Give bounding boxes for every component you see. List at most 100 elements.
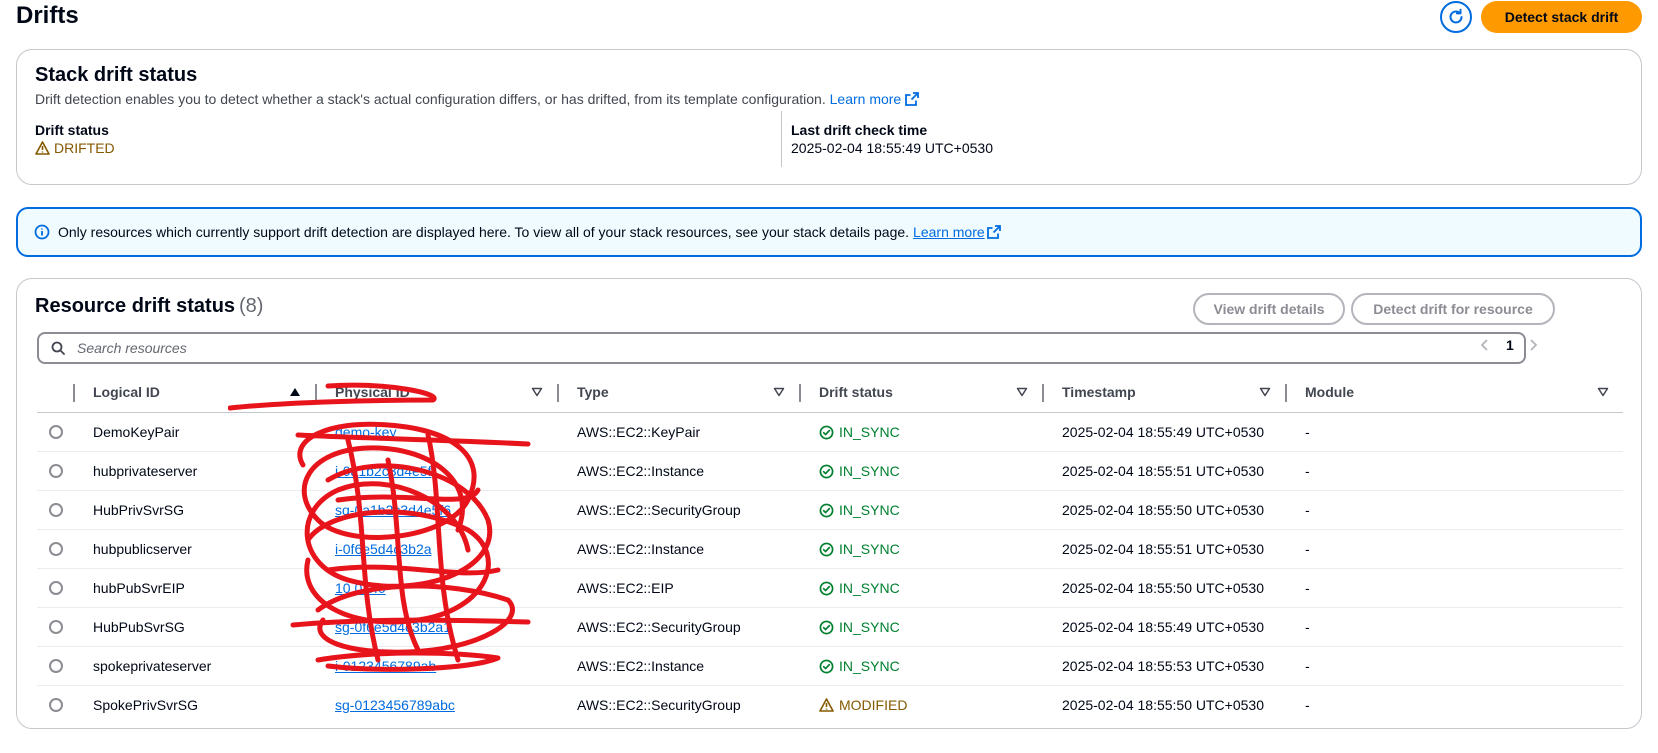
external-link-icon: [986, 225, 1001, 239]
drift-status-indicator: IN_SYNC: [799, 541, 1042, 557]
external-link-icon: [905, 92, 920, 106]
column-header-logical-id[interactable]: Logical ID: [73, 372, 315, 413]
info-banner-text: Only resources which currently support d…: [58, 224, 910, 240]
physical-id-link[interactable]: sg-0a1b2c3d4e5f6: [315, 502, 451, 518]
drift-status-indicator: MODIFIED: [799, 697, 1042, 713]
drift-status-text: MODIFIED: [839, 697, 908, 714]
type-cell: AWS::EC2::Instance: [557, 451, 799, 491]
table-row[interactable]: hubPubSvrEIP 10.0.0.0 AWS::EC2::EIP IN_SYNC…: [37, 568, 1623, 608]
module-cell: -: [1285, 412, 1623, 452]
timestamp-cell: 2025-02-04 18:55:50 UTC+0530: [1042, 568, 1285, 608]
learn-more-link[interactable]: Learn more: [830, 91, 920, 107]
drift-status-cell: IN_SYNC: [799, 568, 1042, 608]
physical-id-cell: i-0123456789ab: [315, 646, 557, 686]
physical-id-link[interactable]: i-0a1b2c3d4e5f: [315, 463, 432, 479]
description-text: Drift detection enables you to detect wh…: [35, 91, 826, 107]
row-radio-button[interactable]: [49, 659, 63, 673]
row-radio-button[interactable]: [49, 620, 63, 634]
check-circle-icon: [819, 542, 834, 556]
row-radio-button[interactable]: [49, 464, 63, 478]
table-header-row: Logical ID Physical ID Type Drift status…: [37, 372, 1623, 413]
physical-id-link[interactable]: 10.0.0.0: [315, 580, 386, 596]
logical-id-cell: hubPubSvrEIP: [73, 568, 315, 608]
column-header-physical-id[interactable]: Physical ID: [315, 372, 557, 413]
table-row[interactable]: hubpublicserver i-0f6e5d4c3b2a AWS::EC2::I…: [37, 529, 1623, 569]
type-cell: AWS::EC2::SecurityGroup: [557, 490, 799, 530]
search-input[interactable]: [75, 339, 1524, 357]
drift-status-cell: IN_SYNC: [799, 529, 1042, 569]
row-select-cell: [37, 451, 73, 491]
physical-id-cell: demo-key: [315, 412, 557, 452]
physical-id-link[interactable]: demo-key: [315, 424, 396, 440]
column-separator: [557, 384, 559, 402]
check-circle-icon: [819, 425, 834, 439]
kv-divider: [781, 111, 782, 167]
refresh-icon: [1449, 8, 1463, 24]
sort-icon: [773, 387, 785, 397]
physical-id-link[interactable]: i-0123456789ab: [315, 658, 436, 674]
select-column-header: [37, 372, 73, 413]
row-radio-button[interactable]: [49, 698, 63, 713]
module-cell: -: [1285, 607, 1623, 647]
drift-status-indicator: IN_SYNC: [799, 580, 1042, 596]
physical-id-link[interactable]: i-0f6e5d4c3b2a: [315, 541, 432, 557]
detect-drift-for-resource-button[interactable]: Detect drift for resource: [1351, 293, 1555, 325]
column-separator: [1285, 384, 1287, 402]
physical-id-cell: 10.0.0.0: [315, 568, 557, 608]
detect-stack-drift-button[interactable]: Detect stack drift: [1481, 1, 1642, 33]
sort-icon: [1597, 387, 1609, 397]
stack-drift-status-card: Stack drift status Drift detection enabl…: [16, 49, 1642, 185]
check-circle-icon: [819, 581, 834, 595]
drift-status-text: IN_SYNC: [839, 424, 900, 440]
row-radio-button[interactable]: [49, 503, 63, 517]
column-header-drift-status[interactable]: Drift status: [799, 372, 1042, 413]
row-radio-button[interactable]: [49, 542, 63, 556]
view-drift-details-button[interactable]: View drift details: [1193, 293, 1345, 325]
timestamp-cell: 2025-02-04 18:55:50 UTC+0530: [1062, 697, 1264, 714]
logical-id-cell: DemoKeyPair: [73, 412, 315, 452]
table-row[interactable]: HubPubSvrSG sg-0f6e5d4c3b2a1 AWS::EC2::Sec…: [37, 607, 1623, 647]
type-cell: AWS::EC2::EIP: [557, 568, 799, 608]
column-header-module[interactable]: Module: [1285, 372, 1623, 413]
drift-status-text: IN_SYNC: [839, 502, 900, 518]
row-select-cell: [37, 568, 73, 608]
column-separator: [315, 384, 317, 402]
type-cell: AWS::EC2::KeyPair: [557, 412, 799, 452]
drift-status-cell: IN_SYNC: [799, 451, 1042, 491]
pagination: 1: [1479, 337, 1539, 353]
logical-id-cell: hubpublicserver: [73, 529, 315, 569]
physical-id-link[interactable]: sg-0f6e5d4c3b2a1: [315, 619, 451, 635]
banner-learn-more-text: Learn more: [913, 224, 985, 240]
chevron-left-icon[interactable]: [1479, 338, 1491, 352]
table-row[interactable]: hubprivateserver i-0a1b2c3d4e5f AWS::EC2::…: [37, 451, 1623, 491]
drift-status-text: IN_SYNC: [839, 658, 900, 674]
check-circle-icon: [819, 464, 834, 478]
last-check-label: Last drift check time: [791, 122, 928, 138]
drift-status-text: IN_SYNC: [839, 619, 900, 635]
chevron-right-icon[interactable]: [1527, 338, 1539, 352]
table-row[interactable]: spokeprivateserver i-0123456789ab AWS::EC2…: [37, 646, 1623, 686]
type-cell: AWS::EC2::Instance: [557, 646, 799, 686]
table-row[interactable]: HubPrivSvrSG sg-0a1b2c3d4e5f6 AWS::EC2::Se…: [37, 490, 1623, 530]
row-select-cell: [37, 686, 73, 725]
logical-id-cell: spokeprivateserver: [73, 646, 315, 686]
row-select-cell: [37, 412, 73, 452]
refresh-button[interactable]: [1440, 1, 1472, 33]
physical-id-link[interactable]: sg-0123456789abc: [315, 697, 455, 713]
column-header-timestamp[interactable]: Timestamp: [1042, 372, 1285, 413]
drift-status-indicator: IN_SYNC: [799, 502, 1042, 518]
module-cell: -: [1305, 697, 1310, 714]
row-radio-button[interactable]: [49, 425, 63, 439]
table-row[interactable]: SpokePrivSvrSG sg-0123456789abc AWS::EC2::…: [37, 686, 1623, 725]
table-row[interactable]: DemoKeyPair demo-key AWS::EC2::KeyPair IN_S…: [37, 412, 1623, 452]
row-radio-button[interactable]: [49, 581, 63, 595]
sort-ascending-icon: [290, 388, 300, 396]
sort-icon: [1016, 387, 1028, 397]
check-circle-icon: [819, 503, 834, 517]
column-header-type[interactable]: Type: [557, 372, 799, 413]
resource-drift-status-card: Resource drift status (8) View drift det…: [16, 278, 1642, 729]
banner-learn-more-link[interactable]: Learn more: [913, 224, 985, 240]
info-banner: Only resources which currently support d…: [16, 207, 1642, 257]
page-number[interactable]: 1: [1506, 337, 1514, 353]
drift-status-cell: IN_SYNC: [799, 607, 1042, 647]
